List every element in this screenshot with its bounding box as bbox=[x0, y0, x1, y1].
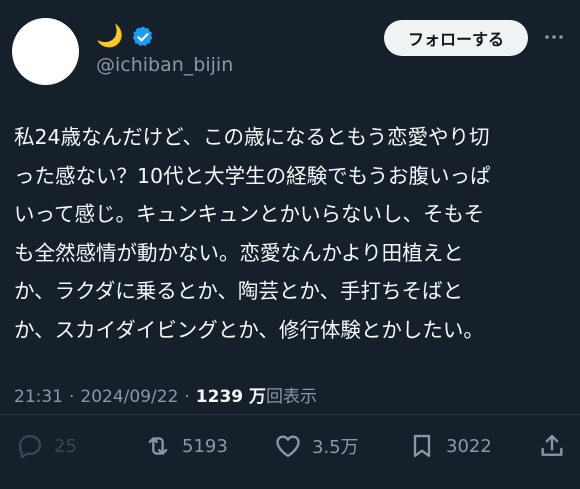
share-button[interactable] bbox=[538, 426, 566, 466]
author-handle[interactable]: @ichiban_bijin bbox=[96, 54, 233, 76]
retweet-button[interactable]: 5193 bbox=[144, 426, 228, 466]
reply-icon bbox=[18, 434, 42, 459]
views-label: 回表示 bbox=[266, 387, 318, 407]
bookmark-button[interactable]: 3022 bbox=[408, 426, 492, 466]
verified-badge-icon[interactable] bbox=[131, 25, 155, 49]
share-icon bbox=[541, 434, 563, 456]
retweet-count: 5193 bbox=[182, 435, 228, 457]
follow-button[interactable]: フォローする bbox=[384, 20, 528, 56]
tweet: 🌙 @ichiban_bijin フォローする 私24歳なんだけど、この歳になる… bbox=[0, 0, 580, 489]
tweet-text: 私24歳なんだけど、この歳になるともう恋愛やり切 った感ない？10代と大学生の経… bbox=[14, 125, 491, 342]
like-button[interactable]: 3.5万 bbox=[274, 426, 359, 466]
display-name[interactable]: 🌙 bbox=[96, 26, 123, 48]
retweet-icon bbox=[148, 437, 168, 455]
bookmark-count: 3022 bbox=[446, 435, 492, 457]
author-name-row[interactable]: 🌙 bbox=[96, 22, 155, 52]
reply-button[interactable]: 25 bbox=[16, 426, 77, 466]
views-count: 1239 万 bbox=[195, 387, 267, 407]
tweet-time[interactable]: 21:31 bbox=[14, 387, 63, 407]
more-icon[interactable] bbox=[540, 22, 568, 52]
action-bar: 25 5193 3.5万 3022 bbox=[0, 426, 580, 466]
reply-count: 25 bbox=[54, 435, 77, 457]
like-count: 3.5万 bbox=[312, 437, 359, 458]
bookmark-icon bbox=[413, 434, 431, 458]
meta-separator: · bbox=[184, 387, 190, 407]
tweet-date[interactable]: 2024/09/22 bbox=[80, 387, 178, 407]
heart-icon bbox=[276, 435, 300, 458]
meta-separator: · bbox=[69, 387, 75, 407]
avatar[interactable] bbox=[12, 18, 79, 85]
divider bbox=[0, 414, 580, 415]
tweet-meta: 21:31 · 2024/09/22 · 1239 万回表示 bbox=[14, 382, 317, 407]
